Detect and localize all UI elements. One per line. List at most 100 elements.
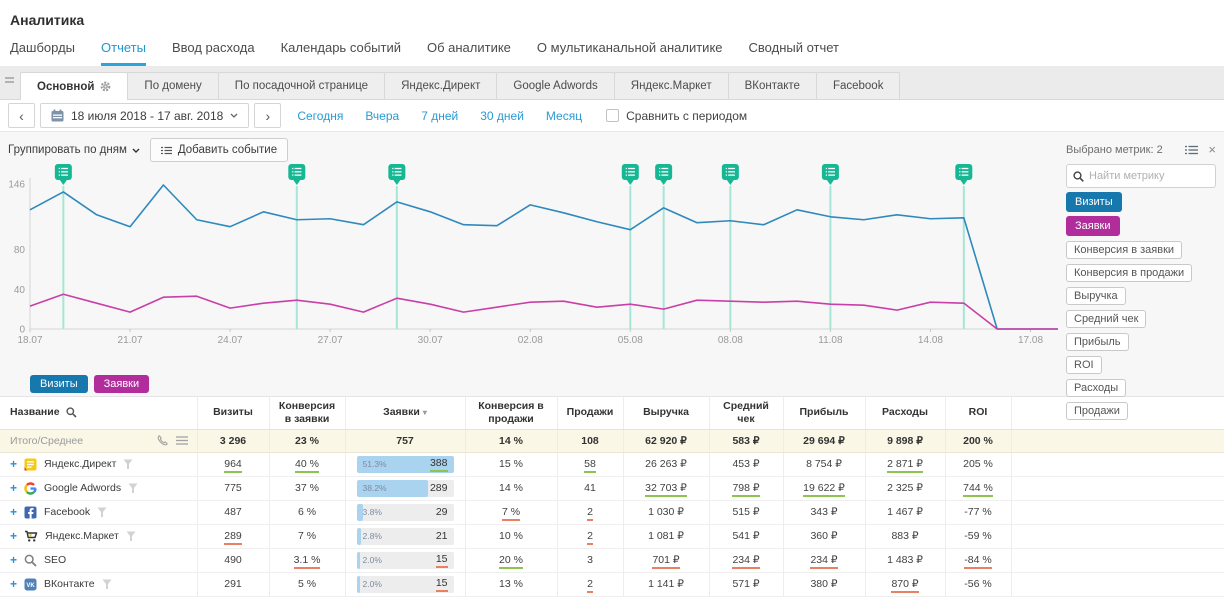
row-expand-button[interactable]: + (10, 577, 17, 591)
metric-chip-6[interactable]: Средний чек (1066, 310, 1146, 328)
report-tab-5[interactable]: Google Adwords (496, 72, 614, 99)
metric-chip-2[interactable]: Заявки (1066, 216, 1120, 236)
column-header-avg_check[interactable]: Средний чек (709, 397, 783, 429)
report-tab-1[interactable]: Основной (20, 72, 128, 100)
row-expand-button[interactable]: + (10, 553, 17, 567)
channel-name[interactable]: ВКонтакте (44, 578, 95, 590)
channel-name[interactable]: Яндекс.Маркет (45, 530, 119, 542)
metric-chip-4[interactable]: Конверсия в продажи (1066, 264, 1192, 282)
event-flag[interactable] (655, 164, 672, 185)
cell-value[interactable]: 40 % (295, 458, 319, 473)
close-icon[interactable]: × (1208, 142, 1216, 157)
metric-chip-7[interactable]: Прибыль (1066, 333, 1129, 351)
channel-name[interactable]: Яндекс.Директ (44, 458, 116, 470)
cell-value[interactable]: 32 703 ₽ (645, 482, 687, 497)
column-header-roi[interactable]: ROI (945, 397, 1011, 429)
cell-value[interactable]: 2 (587, 578, 593, 593)
nav-item-1[interactable]: Дашборды (10, 40, 75, 66)
cell-value[interactable]: 2 (587, 506, 593, 521)
cell-value[interactable]: 15 (436, 577, 448, 592)
metric-chip-1[interactable]: Визиты (1066, 192, 1122, 212)
prev-period-button[interactable]: ‹ (8, 103, 35, 128)
column-header-leads[interactable]: Заявки▾ (345, 397, 465, 429)
phone-icon[interactable] (157, 435, 168, 446)
cell-value[interactable]: 798 ₽ (732, 482, 759, 497)
report-tab-6[interactable]: Яндекс.Маркет (614, 72, 729, 99)
compare-period-checkbox[interactable] (606, 109, 619, 122)
event-flag[interactable] (822, 164, 839, 185)
cell-value[interactable]: 870 ₽ (891, 578, 918, 593)
cell-value[interactable]: 58 (584, 458, 596, 473)
next-period-button[interactable]: › (254, 103, 281, 128)
quick-link-3[interactable]: 7 дней (421, 109, 458, 123)
cell-value[interactable]: 744 % (963, 482, 993, 497)
metric-chip-8[interactable]: ROI (1066, 356, 1102, 374)
column-header-costs[interactable]: Расходы (865, 397, 945, 429)
channel-name[interactable]: SEO (44, 554, 66, 566)
channel-name[interactable]: Facebook (44, 506, 90, 518)
legend-chip-2[interactable]: Заявки (94, 375, 150, 393)
channel-name[interactable]: Google Adwords (44, 482, 121, 494)
event-flag[interactable] (288, 164, 305, 185)
group-by-dropdown[interactable]: Группировать по дням (8, 144, 140, 156)
cell-value[interactable]: 964 (224, 458, 242, 473)
filter-icon[interactable] (123, 458, 133, 470)
cell-value[interactable]: 3.1 % (294, 554, 321, 569)
list-icon[interactable] (1185, 145, 1198, 155)
date-range-picker[interactable]: 18 июля 2018 - 17 авг. 2018 (40, 103, 249, 128)
event-flag[interactable] (388, 164, 405, 185)
quick-link-5[interactable]: Месяц (546, 109, 582, 123)
gear-icon[interactable] (100, 81, 111, 92)
row-expand-button[interactable]: + (10, 505, 17, 519)
cell-value[interactable]: 2 871 ₽ (887, 458, 923, 473)
metric-chip-10[interactable]: Продажи (1066, 402, 1128, 420)
quick-link-1[interactable]: Сегодня (297, 109, 343, 123)
column-header-conv_leads[interactable]: Конверсия в заявки (269, 397, 345, 429)
cell-value[interactable]: 7 % (502, 506, 520, 521)
column-header-name[interactable]: Название (0, 397, 197, 429)
column-header-visits[interactable]: Визиты (197, 397, 269, 429)
event-flag[interactable] (55, 164, 72, 185)
quick-link-4[interactable]: 30 дней (480, 109, 524, 123)
cell-value[interactable]: 234 ₽ (732, 554, 759, 569)
row-expand-button[interactable]: + (10, 457, 17, 471)
nav-item-2[interactable]: Отчеты (101, 40, 146, 66)
tab-list-icon[interactable] (5, 72, 14, 90)
cell-value[interactable]: -84 % (964, 554, 991, 569)
nav-item-6[interactable]: О мультиканальной аналитике (537, 40, 723, 66)
menu-icon[interactable] (176, 436, 188, 445)
column-header-conv_sales[interactable]: Конверсия в продажи (465, 397, 557, 429)
report-tab-3[interactable]: По посадочной странице (218, 72, 385, 99)
nav-item-7[interactable]: Сводный отчет (749, 40, 840, 66)
report-tab-8[interactable]: Facebook (816, 72, 901, 99)
cell-value[interactable]: 2 (587, 530, 593, 545)
row-expand-button[interactable]: + (10, 529, 17, 543)
report-tab-4[interactable]: Яндекс.Директ (384, 72, 497, 99)
report-tab-2[interactable]: По домену (127, 72, 218, 99)
cell-value[interactable]: 15 (436, 553, 448, 568)
event-flag[interactable] (955, 164, 972, 185)
filter-icon[interactable] (97, 506, 107, 518)
quick-link-2[interactable]: Вчера (365, 109, 399, 123)
cell-value[interactable]: 701 ₽ (652, 554, 679, 569)
nav-item-4[interactable]: Календарь событий (281, 40, 401, 66)
cell-value[interactable]: 234 ₽ (810, 554, 837, 569)
report-tab-7[interactable]: ВКонтакте (728, 72, 817, 99)
add-event-button[interactable]: Добавить событие (150, 138, 288, 162)
metric-chip-9[interactable]: Расходы (1066, 379, 1126, 397)
filter-icon[interactable] (128, 482, 138, 494)
column-header-profit[interactable]: Прибыль (783, 397, 865, 429)
cell-value[interactable]: 19 622 ₽ (803, 482, 845, 497)
metric-chip-3[interactable]: Конверсия в заявки (1066, 241, 1182, 259)
metric-search-input[interactable] (1089, 170, 1209, 182)
nav-item-5[interactable]: Об аналитике (427, 40, 511, 66)
column-header-sales[interactable]: Продажи (557, 397, 623, 429)
filter-icon[interactable] (102, 578, 112, 590)
cell-value[interactable]: 20 % (499, 554, 523, 569)
legend-chip-1[interactable]: Визиты (30, 375, 88, 393)
cell-value[interactable]: 388 (430, 457, 448, 472)
column-header-revenue[interactable]: Выручка (623, 397, 709, 429)
event-flag[interactable] (722, 164, 739, 185)
filter-icon[interactable] (126, 530, 136, 542)
row-expand-button[interactable]: + (10, 481, 17, 495)
